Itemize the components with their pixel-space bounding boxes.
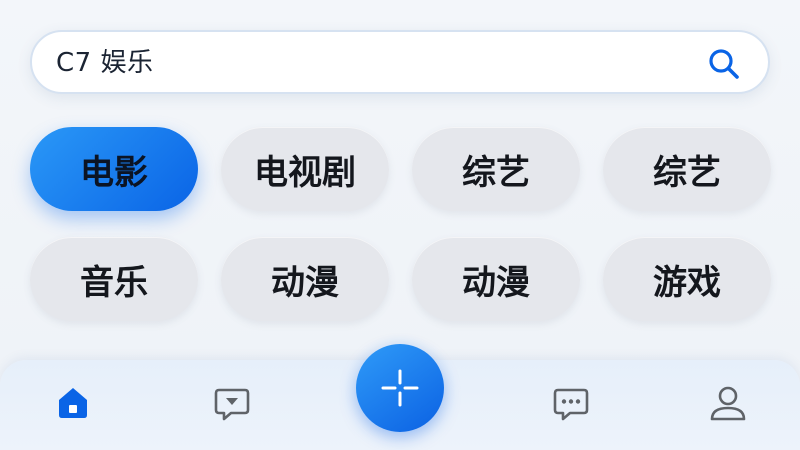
nav-messages-inbox[interactable] <box>204 375 260 431</box>
home-icon <box>59 388 87 418</box>
category-chip-label: 音乐 <box>80 262 148 303</box>
category-chip-variety-2[interactable]: 综艺 <box>603 127 771 211</box>
nav-chat[interactable] <box>543 375 599 431</box>
chat-icon <box>553 388 589 421</box>
category-chip-variety[interactable]: 综艺 <box>412 127 580 211</box>
add-icon <box>381 369 419 407</box>
category-chip-label: 动漫 <box>462 262 530 303</box>
search-icon[interactable] <box>706 46 742 82</box>
category-chip-label: 电视剧 <box>254 152 356 193</box>
category-chip-label: 综艺 <box>653 152 721 193</box>
category-chip-games[interactable]: 游戏 <box>603 237 771 321</box>
category-chip-music[interactable]: 音乐 <box>30 237 198 321</box>
category-chip-label: 综艺 <box>462 152 530 193</box>
category-chip-anime[interactable]: 动漫 <box>221 237 389 321</box>
nav-home[interactable] <box>45 375 101 431</box>
category-chip-label: 动漫 <box>271 262 339 303</box>
category-chip-label: 游戏 <box>653 262 721 303</box>
nav-profile[interactable] <box>700 375 756 431</box>
search-bar[interactable]: C7 娱乐 <box>30 30 770 94</box>
category-chip-movie[interactable]: 电影 <box>30 127 198 211</box>
profile-icon <box>710 386 746 421</box>
category-chip-label: 电影 <box>80 152 148 193</box>
add-button[interactable] <box>356 344 444 432</box>
category-chip-tv-series[interactable]: 电视剧 <box>221 127 389 211</box>
message-download-icon <box>214 388 250 421</box>
category-chip-anime-2[interactable]: 动漫 <box>412 237 580 321</box>
search-input[interactable]: C7 娱乐 <box>56 48 153 78</box>
app-screen: C7 娱乐 电影 电视剧 综艺 综艺 音乐 动漫 动漫 游戏 <box>0 0 800 450</box>
